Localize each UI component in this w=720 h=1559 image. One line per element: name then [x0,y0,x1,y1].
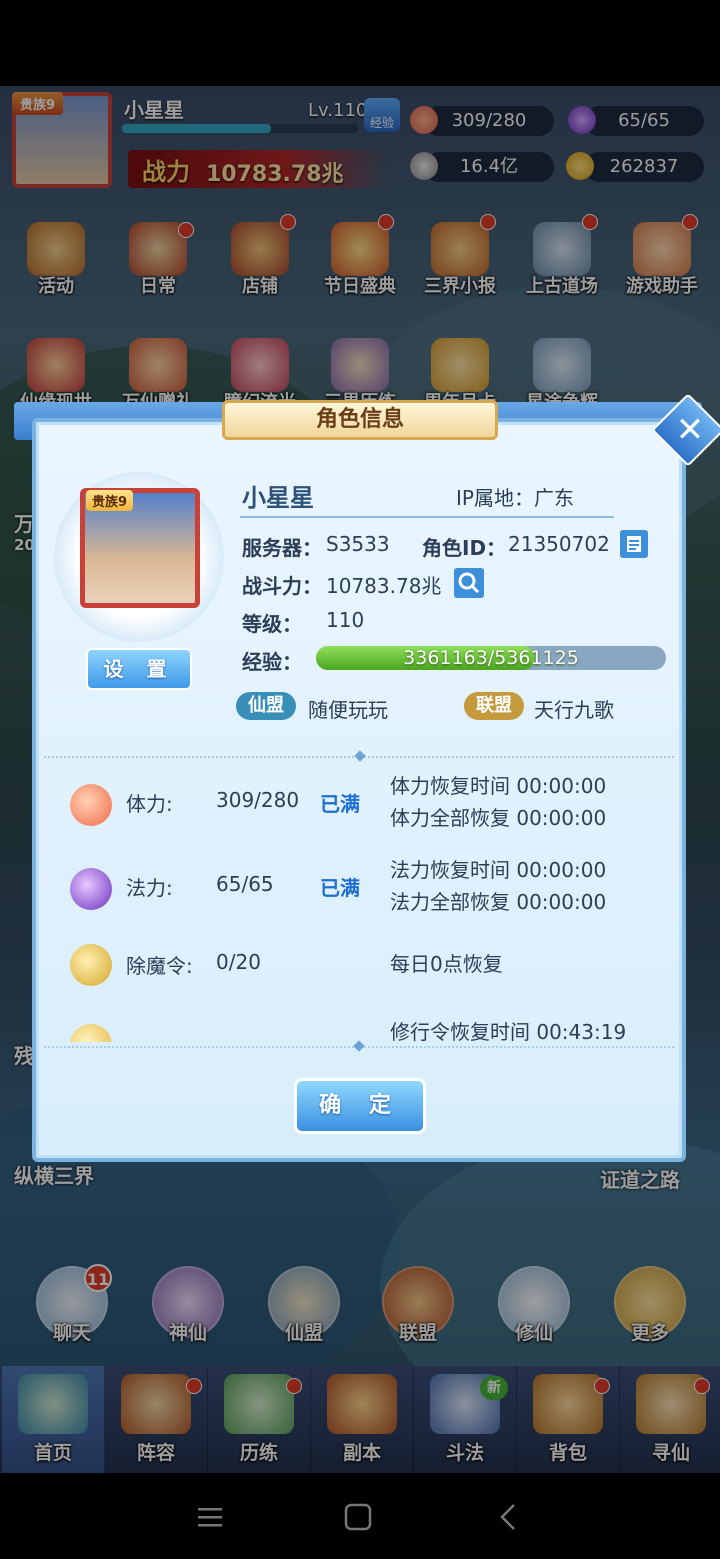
level-value: 110 [326,608,365,632]
role-name: 小星星 [242,484,314,512]
stat-recover-time: 每日0点恢复 [390,952,503,976]
stat-full-status: 已满 [320,792,360,816]
portrait-rank-badge: 贵族9 [86,490,134,511]
back-icon[interactable] [488,1497,528,1537]
stat-value: 0/20 [216,950,261,974]
stat-value: 65/65 [216,872,274,896]
scroll-icon [70,1024,112,1042]
ip-location: IP属地：广东 [456,486,574,510]
search-icon[interactable] [454,568,484,598]
recents-icon[interactable] [190,1497,230,1537]
level-label: 等级： [242,612,302,636]
stat-row-stamina: 体力: 309/280 已满 体力恢复时间 00:00:00 体力全部恢复 00… [40,766,678,846]
alliance-tag: 联盟 [464,692,524,720]
stat-name: 法力: [126,876,173,900]
settings-button[interactable]: 设 置 [86,648,192,690]
token-icon [70,944,112,986]
dialog-title: 角色信息 [315,407,404,432]
stat-recover-time: 体力恢复时间 00:00:00 [390,774,607,798]
server-value: S3533 [326,532,390,556]
stat-recover-time: 修行令恢复时间 00:43:19 [390,1020,627,1042]
stat-row-cultivation-order: 修行令恢复时间 00:43:19 [40,1010,678,1042]
dialog-title-plate: 角色信息 [222,400,498,440]
close-icon[interactable]: ✕ [672,410,708,450]
stat-row-mana: 法力: 65/65 已满 法力恢复时间 00:00:00 法力全部恢复 00:0… [40,850,678,930]
flame-icon [70,868,112,910]
role-id-label: 角色ID： [422,536,507,560]
home-button-icon[interactable] [338,1497,378,1537]
exp-progress-text: 3361163/5361125 [403,647,579,669]
stat-row-demon-order: 除魔令: 0/20 每日0点恢复 [40,934,678,1014]
copy-icon[interactable] [620,530,648,558]
power-value: 10783.78兆 [326,574,442,598]
power-label: 战斗力： [242,574,322,598]
role-id-value: 21350702 [508,532,610,556]
guild-name: 随便玩玩 [308,698,388,722]
stat-full-status: 已满 [320,876,360,900]
alliance-name: 天行九歌 [534,698,614,722]
guild-tag: 仙盟 [236,692,296,720]
status-bar [0,0,720,86]
stat-recover-time: 法力恢复时间 00:00:00 [390,858,607,882]
exp-label: 经验： [242,650,302,674]
stat-value: 309/280 [216,788,300,812]
stat-name: 体力: [126,792,173,816]
stat-name: 除魔令: [126,954,193,978]
stats-list[interactable]: 体力: 309/280 已满 体力恢复时间 00:00:00 体力全部恢复 00… [40,762,678,1042]
stat-full-recover-time: 法力全部恢复 00:00:00 [390,890,607,914]
peach-icon [70,784,112,826]
stat-full-recover-time: 体力全部恢复 00:00:00 [390,806,607,830]
name-divider [240,516,614,518]
confirm-button[interactable]: 确 定 [294,1078,426,1134]
server-label: 服务器： [242,536,322,560]
